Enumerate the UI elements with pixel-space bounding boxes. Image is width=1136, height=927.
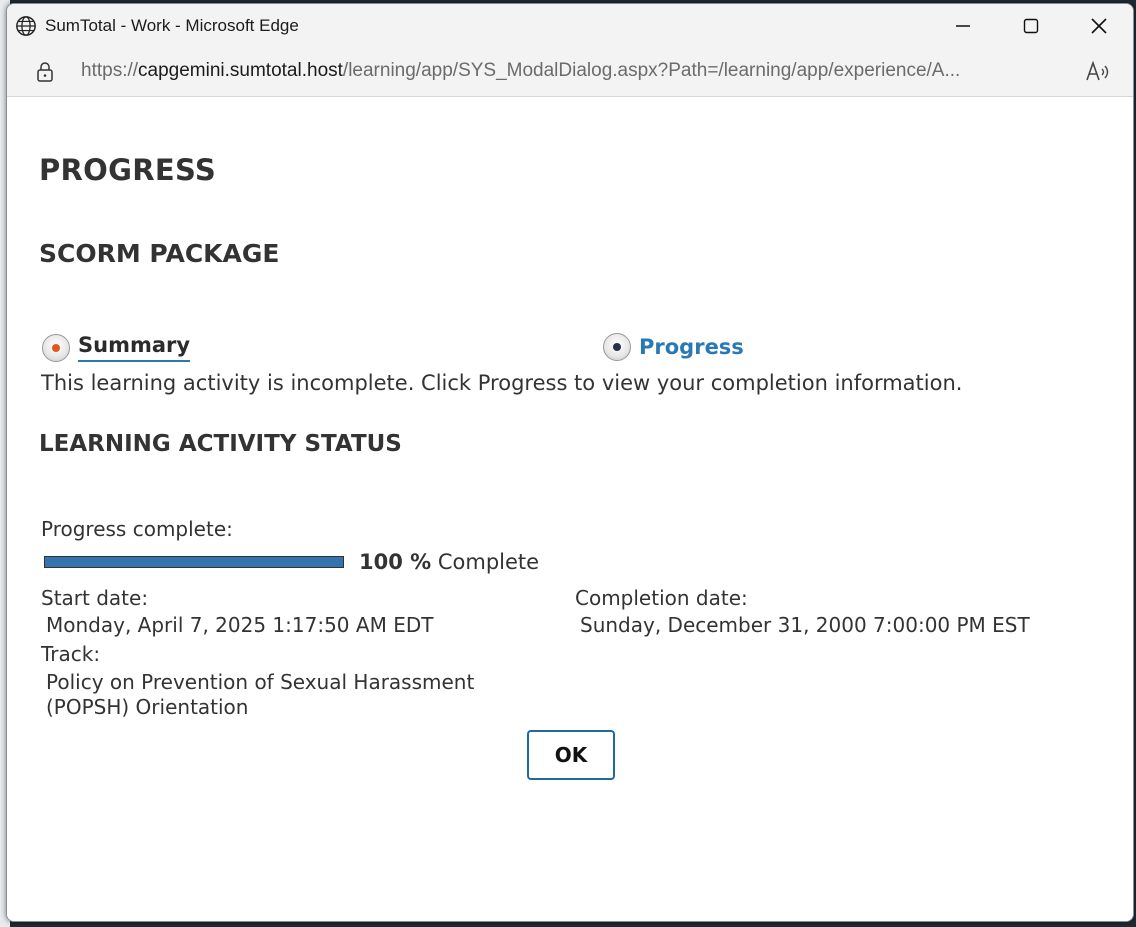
url-host: capgemini.sumtotal.host <box>138 60 343 81</box>
dialog-content: PROGRESS SCORM PACKAGE Summary Progress … <box>7 97 1133 921</box>
page-subtitle: SCORM PACKAGE <box>39 239 280 268</box>
track-label: Track: <box>41 642 101 666</box>
url-path: /learning/app/SYS_ModalDialog.aspx?Path=… <box>342 60 961 81</box>
progress-value: 100 % <box>359 550 432 574</box>
activity-description: This learning activity is incomplete. Cl… <box>41 371 963 395</box>
lock-icon[interactable] <box>35 61 55 83</box>
maximize-button[interactable] <box>997 4 1065 48</box>
tab-progress-label[interactable]: Progress <box>639 335 744 359</box>
completion-date-value: Sunday, December 31, 2000 7:00:00 PM EST <box>580 613 1030 637</box>
url-scheme: https:// <box>81 60 139 81</box>
status-heading: LEARNING ACTIVITY STATUS <box>39 431 402 457</box>
address-bar[interactable]: https://capgemini.sumtotal.host/learning… <box>7 48 1133 97</box>
read-aloud-icon[interactable] <box>1085 60 1111 84</box>
browser-window: SumTotal - Work - Microsoft Edge https:/… <box>6 3 1134 922</box>
globe-icon <box>16 16 36 36</box>
summary-radio-icon[interactable] <box>42 333 70 362</box>
minimize-button[interactable] <box>929 4 997 48</box>
progress-suffix: Complete <box>437 550 540 574</box>
progress-radio-icon[interactable] <box>603 333 631 361</box>
progress-bar <box>44 556 344 568</box>
url-text[interactable]: https://capgemini.sumtotal.host/learning… <box>81 60 1071 82</box>
window-title: SumTotal - Work - Microsoft Edge <box>45 16 299 35</box>
progress-label: Progress complete: <box>41 517 233 541</box>
start-date-label: Start date: <box>41 586 149 610</box>
minimize-icon <box>956 25 970 27</box>
progress-percent: 100 % Complete <box>359 550 539 574</box>
close-icon <box>1091 18 1107 34</box>
page-title: PROGRESS <box>39 153 217 187</box>
progress-bar-fill <box>45 557 343 567</box>
title-bar: SumTotal - Work - Microsoft Edge <box>7 4 1133 48</box>
track-value-line1: Policy on Prevention of Sexual Harassmen… <box>46 670 475 694</box>
tab-summary[interactable]: Summary <box>42 333 191 362</box>
ok-button[interactable]: OK <box>527 730 615 780</box>
start-date-value: Monday, April 7, 2025 1:17:50 AM EDT <box>46 613 434 637</box>
tab-progress[interactable]: Progress <box>603 333 744 361</box>
close-button[interactable] <box>1065 4 1133 48</box>
maximize-icon <box>1023 18 1039 34</box>
completion-date-label: Completion date: <box>575 586 748 610</box>
tab-summary-label[interactable]: Summary <box>78 333 191 362</box>
track-value-line2: (POPSH) Orientation <box>46 695 249 719</box>
